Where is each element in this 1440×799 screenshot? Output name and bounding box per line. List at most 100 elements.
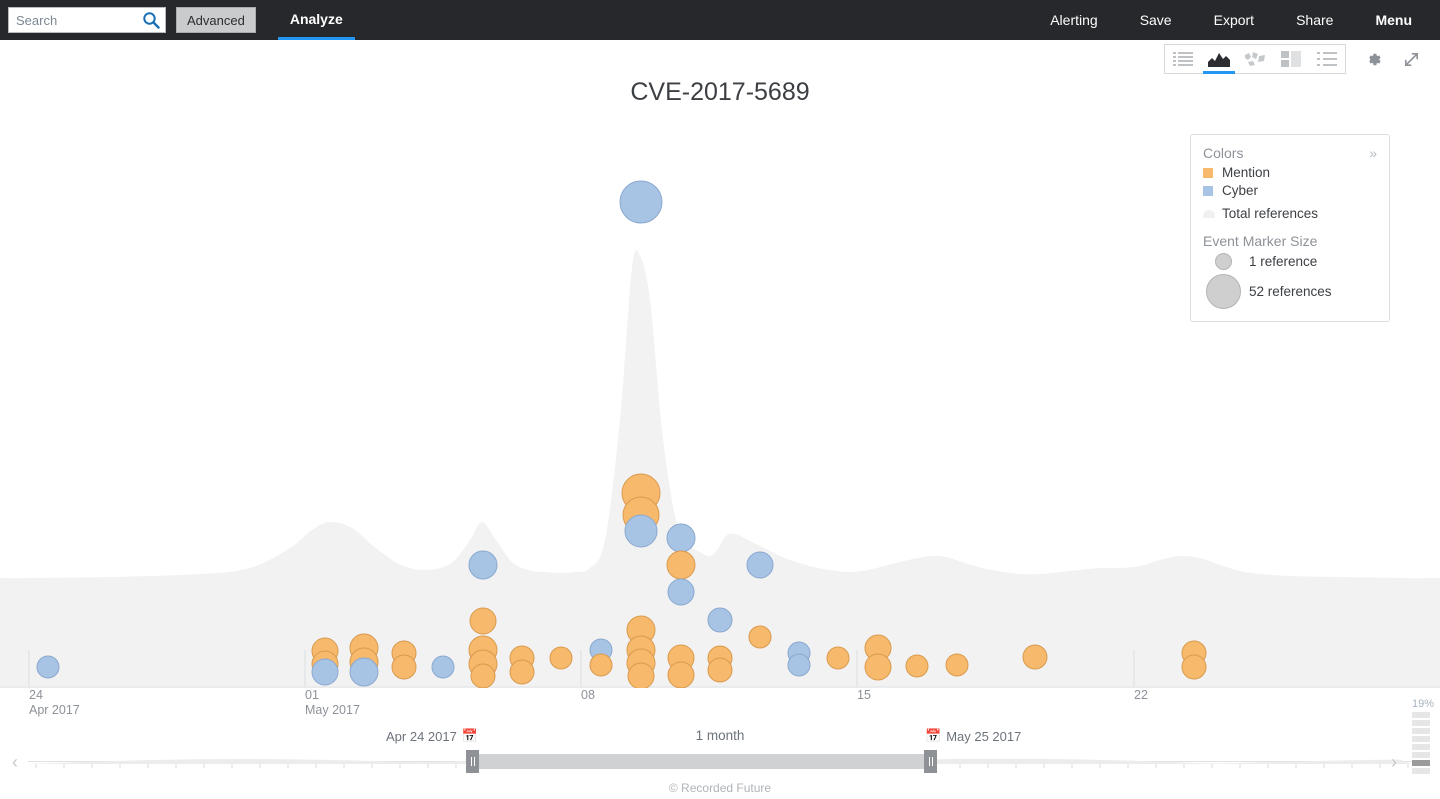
right-gauge: 19% [1412,698,1434,774]
page-title: CVE-2017-5689 [630,78,810,106]
range-end-label[interactable]: 📅 May 25 2017 [920,728,1021,744]
event-bubble[interactable] [787,653,811,677]
event-bubble[interactable] [667,578,695,606]
chart-legend: Colors » Mention Cyber Total references … [1190,134,1390,322]
event-bubble[interactable] [431,655,455,679]
detail-list-view-icon[interactable] [1309,45,1345,73]
event-bubble[interactable] [1022,644,1048,670]
event-bubble[interactable] [864,653,892,681]
view-mode-group [1164,44,1346,74]
event-bubble[interactable] [509,659,535,685]
event-bubble[interactable] [666,523,696,553]
cyber-color-swatch [1203,185,1213,196]
event-bubble[interactable] [945,653,969,677]
x-axis-tick: 24 Apr 2017 [29,688,80,718]
event-bubble[interactable] [36,655,60,679]
marker-size-large: 52 references [1203,274,1377,309]
search-box[interactable] [8,7,166,33]
event-bubble[interactable] [549,646,573,670]
range-span-label: 1 month [695,728,745,743]
search-input[interactable] [14,8,142,32]
event-bubble[interactable] [748,625,772,649]
event-marker-size-heading: Event Marker Size [1203,233,1318,249]
gauge-segment [1412,728,1430,734]
event-bubble[interactable] [589,653,613,677]
gauge-segments [1412,712,1434,774]
total-references-swatch [1203,209,1215,218]
nav-item-menu-label: Menu [1375,12,1412,28]
list-view-icon[interactable] [1165,45,1201,73]
slider-handle-right[interactable] [924,750,937,773]
gauge-segment [1412,752,1430,758]
gauge-segment [1412,712,1430,718]
x-axis-labels: 24 Apr 2017 01 May 2017 08 15 22 [0,688,1440,728]
event-bubble[interactable] [746,551,774,579]
nav-item-export-label: Export [1213,12,1255,28]
event-bubble[interactable] [624,514,658,548]
tab-analyze-label: Analyze [289,10,343,27]
slider-handle-left[interactable] [466,750,479,773]
gauge-segment [1412,768,1430,774]
event-bubble[interactable] [627,662,655,688]
slider-selection-bar[interactable] [470,754,928,769]
event-bubble[interactable] [391,654,417,680]
nav-item-share[interactable]: Share [1275,0,1354,40]
event-bubble[interactable] [619,180,663,224]
x-axis-tick: 15 [857,688,871,703]
legend-item-total-references[interactable]: Total references [1203,206,1377,221]
x-axis-tick-day: 22 [1134,688,1148,702]
event-bubble[interactable] [470,663,496,688]
x-axis-tick: 08 [581,688,595,703]
gear-icon[interactable] [1362,48,1384,70]
legend-header: Colors » [1203,145,1377,161]
legend-heading: Colors [1203,145,1244,161]
event-bubble[interactable] [1181,654,1207,680]
gauge-percent-label: 19% [1412,698,1435,710]
search-icon[interactable] [142,11,160,29]
nav-item-menu[interactable]: Menu [1354,0,1440,40]
event-bubble[interactable] [707,607,733,633]
nav-item-alerting-label: Alerting [1050,12,1098,28]
x-axis-tick-day: 24 [29,688,43,702]
nav-item-save[interactable]: Save [1119,0,1193,40]
gauge-segment [1412,760,1430,766]
tab-analyze[interactable]: Analyze [277,0,355,40]
top-nav-actions: Alerting Save Export Share Menu [1029,0,1440,40]
marker-large-circle [1205,274,1241,309]
event-bubble[interactable] [311,658,339,686]
nav-item-alerting[interactable]: Alerting [1029,0,1118,40]
range-end-text: May 25 2017 [946,728,1022,744]
event-bubble[interactable] [667,661,695,688]
footer-copyright: © Recorded Future [668,781,772,795]
event-bubble[interactable] [826,646,850,670]
expand-icon[interactable] [1400,48,1422,70]
legend-item-mention[interactable]: Mention [1203,165,1377,180]
legend-item-cyber[interactable]: Cyber [1203,183,1377,198]
chevron-down-icon[interactable]: » [1369,146,1377,160]
event-bubble[interactable] [468,550,498,580]
marker-small-cell [1203,253,1243,270]
marker-small-label: 1 reference [1249,254,1318,269]
event-bubble[interactable] [905,654,929,678]
x-axis-tick-month: Apr 2017 [29,703,80,717]
advanced-button-label: Advanced [187,12,245,28]
x-axis-tick-day: 01 [305,688,319,702]
event-bubble[interactable] [469,607,497,635]
marker-size-small: 1 reference [1203,253,1377,270]
grid-view-icon[interactable] [1273,45,1309,73]
event-bubble[interactable] [349,657,379,687]
event-bubble[interactable] [707,657,733,683]
chevron-left-icon[interactable]: ‹ [12,752,18,773]
calendar-icon-end[interactable]: 📅 [925,728,941,744]
map-view-icon[interactable] [1237,45,1273,73]
chevron-right-icon[interactable]: › [1391,752,1397,773]
advanced-button[interactable]: Advanced [176,7,256,33]
event-bubble[interactable] [666,550,696,580]
nav-item-save-label: Save [1139,12,1172,28]
area-chart-view-icon[interactable] [1201,45,1237,74]
legend-item-cyber-label: Cyber [1222,183,1259,198]
legend-item-total-references-label: Total references [1222,206,1319,221]
nav-item-export[interactable]: Export [1193,0,1275,40]
mention-color-swatch [1203,167,1213,178]
time-range-slider[interactable]: Apr 24 2017 📅 1 month 📅 May 25 2017 [0,728,1440,778]
